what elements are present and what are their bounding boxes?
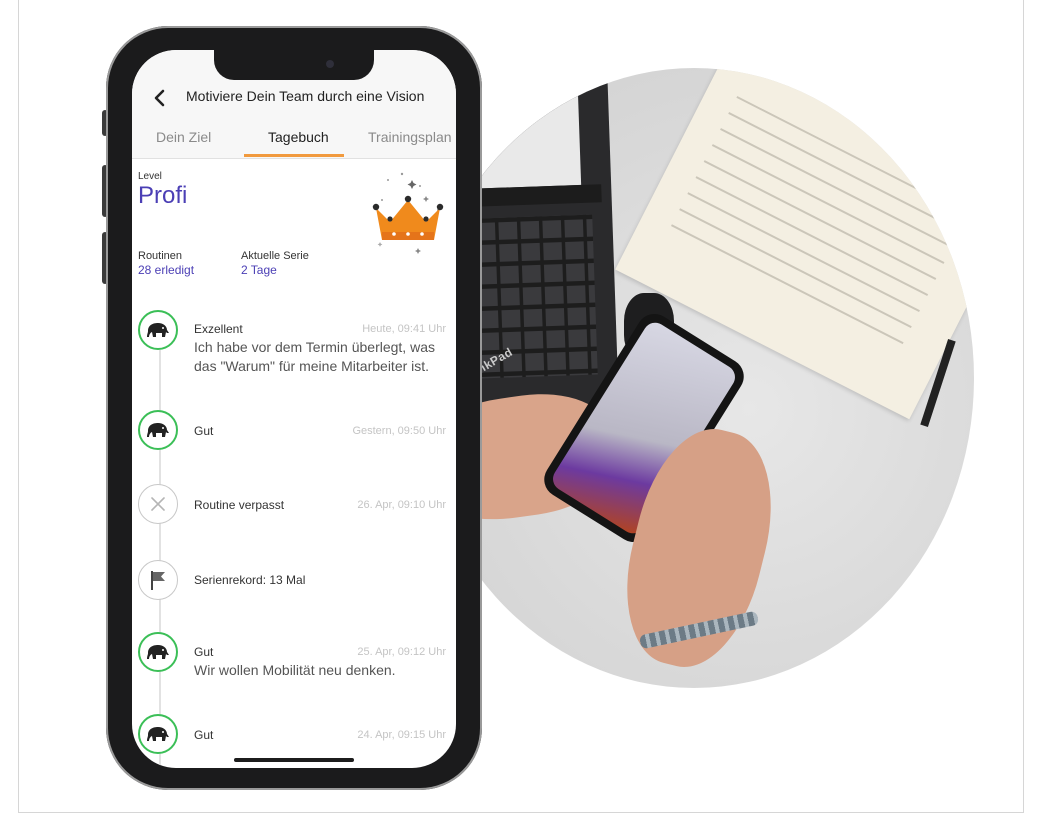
phone-screen: Motiviere Dein Team durch eine Vision De… <box>132 50 456 768</box>
entry-time-6: 24. Apr, 09:15 Uhr <box>357 729 446 741</box>
timeline-node-2 <box>138 410 178 450</box>
stat-routinen-value: 28 erledigt <box>138 263 195 277</box>
level-label: Level <box>138 171 162 182</box>
elephant-icon <box>147 423 169 437</box>
tab-trainingsplan[interactable]: Trainingsplan <box>368 129 452 145</box>
timeline-node-5 <box>138 632 178 672</box>
stat-routinen-label: Routinen <box>138 250 183 262</box>
entry-time-1: Heute, 09:41 Uhr <box>362 323 446 335</box>
entry-text-5: Wir wollen Mobilität neu denken. <box>194 662 396 678</box>
timeline-node-6 <box>138 714 178 754</box>
page-title: Motiviere Dein Team durch eine Vision <box>186 88 425 104</box>
tab-dein-ziel[interactable]: Dein Ziel <box>156 129 211 145</box>
entry-time-3: 26. Apr, 09:10 Uhr <box>357 499 446 511</box>
entry-title-6: Gut <box>194 728 214 742</box>
entry-title-1: Exzellent <box>194 322 243 336</box>
level-value: Profi <box>138 182 188 209</box>
close-icon <box>151 497 165 511</box>
back-button[interactable] <box>148 87 172 109</box>
entry-title-5: Gut <box>194 645 214 659</box>
crown-icon <box>372 172 444 254</box>
elephant-icon <box>147 727 169 741</box>
entry-text-1: Ich habe vor dem Termin überlegt, was da… <box>194 339 435 374</box>
timeline-node-1 <box>138 310 178 350</box>
elephant-icon <box>147 323 169 337</box>
entry-time-2: Gestern, 09:50 Uhr <box>352 425 446 437</box>
stat-serie-value: 2 Tage <box>241 263 277 277</box>
timeline-node-3 <box>138 484 178 524</box>
chevron-left-icon <box>154 89 165 107</box>
entry-title-2: Gut <box>194 424 214 438</box>
entry-title-3: Routine verpasst <box>194 498 285 512</box>
tab-tagebuch[interactable]: Tagebuch <box>268 129 329 145</box>
lifestyle-photo: ThinkPad <box>414 68 974 688</box>
camera-dot <box>326 60 334 68</box>
entry-title-4: Serienrekord: 13 Mal <box>194 573 306 587</box>
phone-notch <box>214 50 374 80</box>
stat-serie-label: Aktuelle Serie <box>241 250 309 262</box>
timeline-node-4 <box>138 560 178 600</box>
entry-time-5: 25. Apr, 09:12 Uhr <box>357 646 446 658</box>
elephant-icon <box>147 645 169 659</box>
home-indicator[interactable] <box>234 758 354 762</box>
flag-icon <box>151 571 165 590</box>
active-tab-indicator <box>244 154 344 157</box>
